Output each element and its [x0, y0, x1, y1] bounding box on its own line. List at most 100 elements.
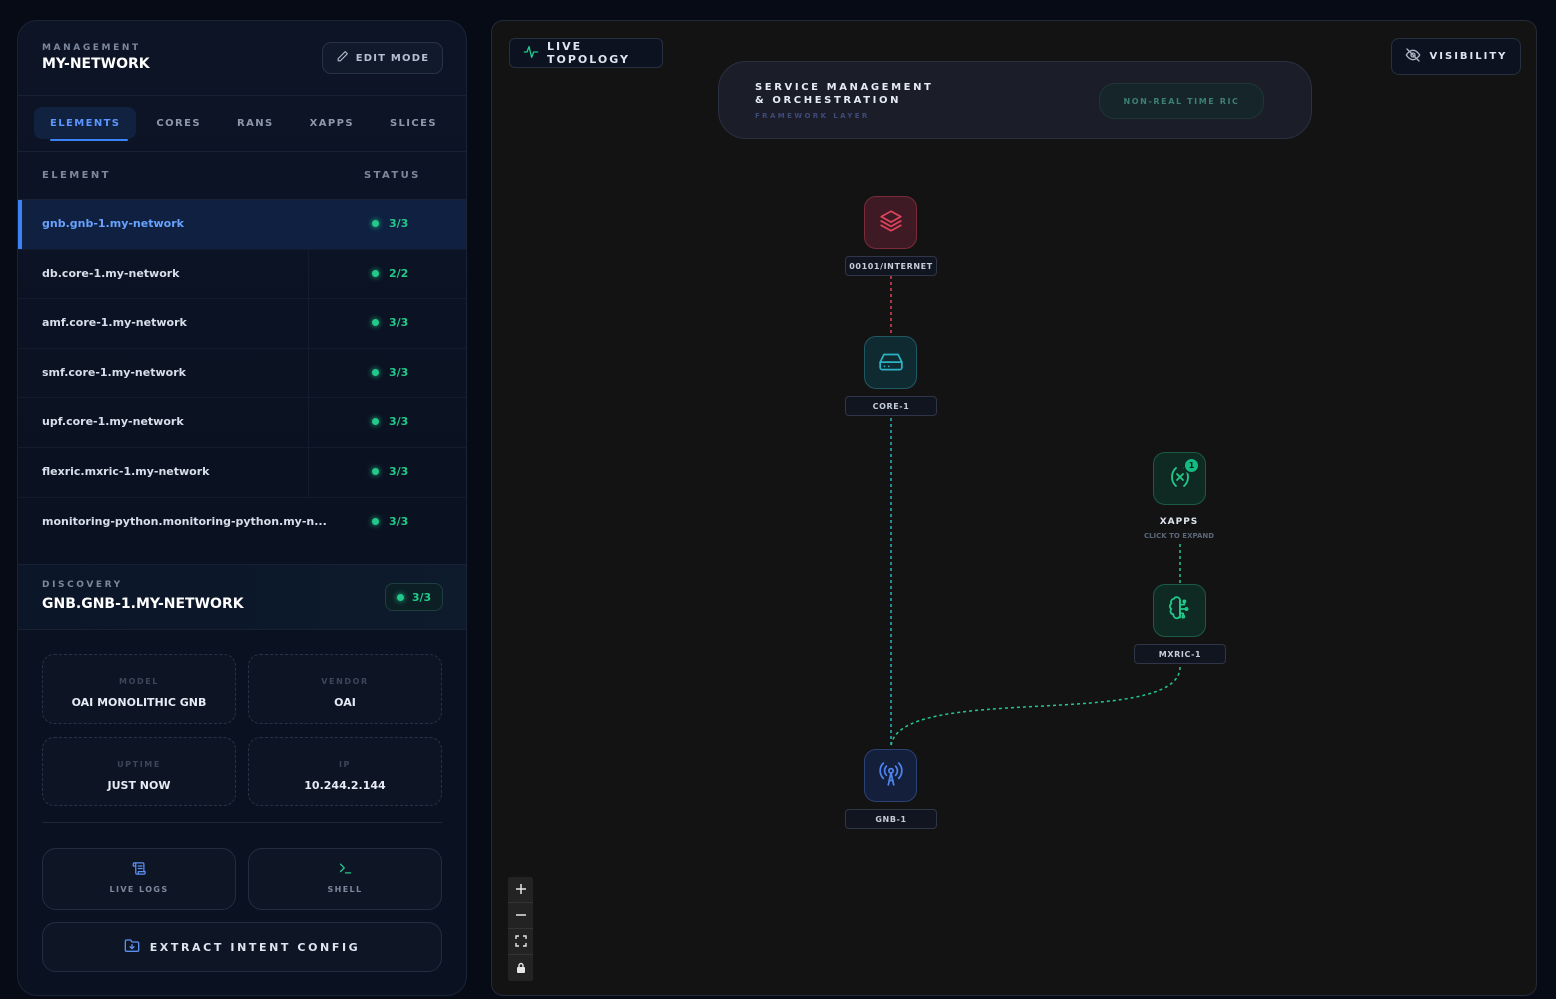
tab-cores[interactable]: CORES	[140, 107, 217, 139]
topology-edges	[890, 276, 1181, 749]
tab-xapps[interactable]: XAPPS	[294, 107, 370, 139]
fullscreen-icon	[514, 932, 527, 951]
panel-header: MANAGEMENT MY-NETWORK EDIT MODE	[18, 21, 466, 96]
status-dot-icon	[372, 418, 379, 426]
element-name: flexric.mxric-1.my-network	[42, 464, 210, 478]
internet-node[interactable]	[864, 196, 917, 249]
internet-node-label: 00101/INTERNET	[845, 256, 937, 276]
row-divider	[308, 299, 309, 348]
status-dot-icon	[396, 593, 404, 601]
edge-mxric-gnb	[890, 666, 1181, 749]
model-value: OAI MONOLITHIC GNB	[71, 696, 207, 709]
zoom-controls	[508, 877, 533, 981]
element-name: smf.core-1.my-network	[42, 365, 186, 379]
element-list: gnb.gnb-1.my-network 3/3 db.core-1.my-ne…	[18, 200, 466, 547]
core-node[interactable]	[864, 336, 917, 389]
edit-mode-label: EDIT MODE	[355, 52, 430, 64]
gnb-node-label: GNB-1	[845, 809, 937, 829]
live-logs-button[interactable]: LIVE LOGS	[42, 848, 236, 910]
discovery-status-badge: 3/3	[385, 583, 443, 611]
management-panel: MANAGEMENT MY-NETWORK EDIT MODE ELEMENTS…	[17, 20, 467, 996]
status-dot-icon	[372, 319, 379, 327]
row-divider	[308, 398, 309, 447]
panel-tabs: ELEMENTS CORES RANS XAPPS SLICES	[34, 107, 454, 143]
table-row[interactable]: gnb.gnb-1.my-network 3/3	[18, 200, 466, 250]
status-badge: 3/3	[372, 316, 408, 329]
table-row[interactable]: upf.core-1.my-network 3/3	[18, 398, 466, 448]
status-dot-icon	[372, 368, 379, 376]
network-title: MY-NETWORK	[42, 56, 150, 72]
status-dot-icon	[372, 220, 379, 227]
model-card: MODEL OAI MONOLITHIC GNB	[42, 654, 236, 724]
status-count: 3/3	[389, 514, 409, 528]
gnb-node[interactable]	[864, 749, 917, 802]
status-badge: 3/3	[372, 515, 408, 528]
uptime-label: UPTIME	[117, 760, 161, 769]
tab-rans[interactable]: RANS	[221, 107, 290, 139]
table-row[interactable]: monitoring-python.monitoring-python.my-n…	[18, 498, 466, 548]
ip-label: IP	[338, 760, 352, 769]
hard-drive-icon	[878, 348, 904, 378]
model-label: MODEL	[119, 677, 159, 686]
element-name: amf.core-1.my-network	[42, 316, 187, 330]
brain-circuit-icon	[1167, 595, 1193, 626]
tab-slices[interactable]: SLICES	[374, 107, 453, 139]
status-badge: 3/3	[372, 366, 408, 379]
lock-button[interactable]	[508, 955, 533, 981]
layers-icon	[878, 208, 904, 238]
element-name: gnb.gnb-1.my-network	[42, 217, 184, 230]
minus-icon	[515, 906, 527, 925]
status-badge: 3/3	[372, 217, 408, 230]
shell-button[interactable]: SHELL	[248, 848, 442, 910]
element-name: upf.core-1.my-network	[42, 415, 184, 429]
status-badge: 2/2	[372, 267, 408, 280]
discovery-header: DISCOVERY GNB.GNB-1.MY-NETWORK 3/3	[18, 564, 466, 630]
vendor-card: VENDOR OAI	[248, 654, 442, 724]
status-dot-icon	[372, 269, 379, 277]
row-divider	[308, 249, 309, 299]
table-row[interactable]: db.core-1.my-network 2/2	[18, 249, 466, 300]
table-row[interactable]: amf.core-1.my-network 3/3	[18, 299, 466, 349]
ip-value: 10.244.2.144	[304, 779, 386, 792]
scroll-icon	[43, 861, 235, 876]
fit-view-button[interactable]	[508, 929, 533, 955]
terminal-icon	[249, 861, 441, 876]
mxric-node[interactable]	[1153, 584, 1206, 637]
tab-elements[interactable]: ELEMENTS	[34, 107, 137, 141]
table-header: ELEMENT STATUS	[18, 152, 466, 200]
edit-mode-button[interactable]: EDIT MODE	[322, 42, 443, 74]
row-divider	[308, 348, 309, 398]
column-element: ELEMENT	[42, 170, 111, 181]
extract-label: EXTRACT INTENT CONFIG	[149, 940, 361, 954]
vendor-label: VENDOR	[321, 677, 369, 686]
status-count: 3/3	[389, 464, 409, 478]
section-divider	[42, 822, 442, 823]
xapps-expand-hint: CLICK TO EXPAND	[1143, 532, 1215, 540]
discovery-status-count: 3/3	[411, 590, 432, 604]
mxric-node-label: MXRIC-1	[1134, 644, 1226, 664]
status-badge: 3/3	[372, 415, 408, 428]
topology-canvas[interactable]: LIVE TOPOLOGY VISIBILITY SERVICE MANAGEM…	[491, 20, 1537, 996]
xapps-node-label: XAPPS	[1159, 517, 1199, 527]
folder-download-icon	[124, 938, 140, 957]
zoom-out-button[interactable]	[508, 903, 533, 929]
lock-icon	[515, 959, 527, 978]
discovery-title: GNB.GNB-1.MY-NETWORK	[42, 596, 244, 612]
status-count: 3/3	[389, 365, 409, 379]
status-count: 3/3	[389, 316, 409, 330]
column-status: STATUS	[364, 170, 421, 181]
live-logs-label: LIVE LOGS	[109, 885, 169, 894]
status-badge: 3/3	[372, 465, 408, 478]
status-dot-icon	[372, 517, 379, 525]
core-node-label: CORE-1	[845, 396, 937, 416]
zoom-in-button[interactable]	[508, 877, 533, 903]
element-name: monitoring-python.monitoring-python.my-n…	[42, 514, 327, 528]
panel-eyebrow: MANAGEMENT	[42, 43, 141, 53]
vendor-value: OAI	[334, 696, 356, 709]
table-row[interactable]: flexric.mxric-1.my-network 3/3	[18, 447, 466, 498]
uptime-card: UPTIME JUST NOW	[42, 737, 236, 806]
table-row[interactable]: smf.core-1.my-network 3/3	[18, 348, 466, 399]
status-count: 3/3	[389, 217, 409, 230]
radio-tower-icon	[878, 761, 904, 791]
extract-intent-config-button[interactable]: EXTRACT INTENT CONFIG	[42, 922, 442, 972]
